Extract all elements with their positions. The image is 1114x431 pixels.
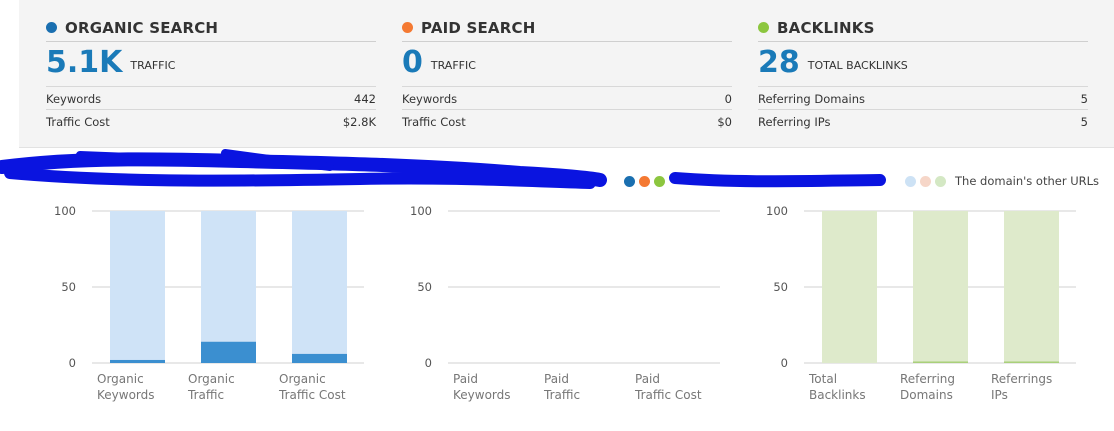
organic-traffic-label: TRAFFIC bbox=[130, 59, 176, 72]
organic-bar-domain bbox=[292, 353, 347, 363]
backlinks-header: BACKLINKS bbox=[758, 14, 1088, 42]
paid-category-label: Traffic Cost bbox=[634, 388, 702, 402]
paid-traffic-cost-row: Traffic Cost $0 bbox=[402, 109, 732, 133]
organic-traffic-cost-row: Traffic Cost $2.8K bbox=[46, 109, 376, 133]
referring-domains-value[interactable]: 5 bbox=[1081, 92, 1088, 106]
paid-keywords-value[interactable]: 0 bbox=[725, 92, 732, 106]
paid-y-tick-label: 50 bbox=[417, 280, 432, 294]
organic-category-label: Organic bbox=[97, 372, 144, 386]
other-urls-legend-dots bbox=[905, 176, 946, 187]
paid-traffic-block: 0 TRAFFIC bbox=[402, 46, 476, 80]
organic-category-label: Organic bbox=[279, 372, 326, 386]
referring-domains-label: Referring Domains bbox=[758, 91, 865, 106]
paid-category-label: Paid bbox=[544, 372, 569, 386]
redaction-scribble bbox=[0, 149, 886, 189]
backlinks-block: 28 TOTAL BACKLINKS bbox=[758, 46, 908, 80]
paid-category-label: Keywords bbox=[453, 388, 511, 402]
summary-panel: ORGANIC SEARCH 5.1K TRAFFIC Keywords 442… bbox=[19, 0, 1114, 148]
paid-category-label: Paid bbox=[453, 372, 478, 386]
paid-category-label: Traffic bbox=[543, 388, 580, 402]
organic-category-label: Organic bbox=[188, 372, 235, 386]
paid-light-legend-dot-icon bbox=[920, 176, 931, 187]
organic-category-label: Traffic bbox=[187, 388, 224, 402]
backlinks-title: BACKLINKS bbox=[777, 18, 875, 37]
organic-y-tick-label: 0 bbox=[69, 356, 76, 370]
paid-traffic-label: TRAFFIC bbox=[430, 59, 476, 72]
organic-bar-other-urls bbox=[201, 211, 256, 342]
referring-ips-label: Referring IPs bbox=[758, 114, 831, 129]
organic-keywords-value[interactable]: 442 bbox=[354, 92, 376, 106]
backlinks-y-tick-label: 100 bbox=[766, 204, 788, 218]
total-backlinks-label: TOTAL BACKLINKS bbox=[807, 59, 908, 72]
organic-search-header: ORGANIC SEARCH bbox=[46, 14, 376, 42]
paid-search-title: PAID SEARCH bbox=[421, 18, 536, 37]
backlinks-category-label: Domains bbox=[900, 388, 953, 402]
paid-category-label: Paid bbox=[635, 372, 660, 386]
paid-y-tick-label: 0 bbox=[425, 356, 432, 370]
backlinks-y-tick-label: 50 bbox=[773, 280, 788, 294]
organic-y-tick-label: 100 bbox=[54, 204, 76, 218]
backlinks-light-legend-dot-icon bbox=[935, 176, 946, 187]
comparison-bar-charts: 0 50 100 Organic Keywords Organic Traffic Organ… bbox=[54, 204, 1076, 402]
backlinks-legend-dot-icon bbox=[654, 176, 665, 187]
paid-traffic-cost-label: Traffic Cost bbox=[402, 114, 466, 129]
paid-traffic-cost-value[interactable]: $0 bbox=[717, 115, 732, 129]
backlinks-y-tick-label: 0 bbox=[781, 356, 788, 370]
backlinks-category-label: Referrings bbox=[991, 372, 1052, 386]
paid-keywords-label: Keywords bbox=[402, 91, 458, 106]
organic-bar-domain bbox=[201, 341, 256, 363]
referring-domains-row: Referring Domains 5 bbox=[758, 86, 1088, 110]
backlinks-bar-other-urls bbox=[822, 211, 877, 363]
organic-traffic-cost-label: Traffic Cost bbox=[46, 114, 110, 129]
organic-search-title: ORGANIC SEARCH bbox=[65, 18, 219, 37]
organic-bar-other-urls bbox=[292, 211, 347, 354]
backlinks-category-label: Backlinks bbox=[809, 388, 866, 402]
series-legend-dots bbox=[624, 176, 665, 187]
organic-y-tick-label: 50 bbox=[61, 280, 76, 294]
organic-legend-dot-icon bbox=[624, 176, 635, 187]
organic-bar-other-urls bbox=[110, 211, 165, 360]
organic-keywords-label: Keywords bbox=[46, 91, 102, 106]
paid-keywords-row: Keywords 0 bbox=[402, 86, 732, 110]
organic-category-label: Keywords bbox=[97, 388, 155, 402]
organic-traffic-block: 5.1K TRAFFIC bbox=[46, 46, 175, 80]
organic-light-legend-dot-icon bbox=[905, 176, 916, 187]
backlinks-bar-other-urls bbox=[1004, 211, 1059, 362]
backlinks-bar-other-urls bbox=[913, 211, 968, 362]
backlinks-bar-domain bbox=[913, 361, 968, 363]
paid-legend-dot-icon bbox=[639, 176, 650, 187]
organic-bar-domain bbox=[110, 359, 165, 363]
paid-dot-icon bbox=[402, 22, 413, 33]
paid-traffic-value[interactable]: 0 bbox=[402, 46, 423, 80]
organic-traffic-value[interactable]: 5.1K bbox=[46, 46, 122, 80]
backlinks-category-label: Total bbox=[808, 372, 837, 386]
organic-keywords-row: Keywords 442 bbox=[46, 86, 376, 110]
organic-traffic-cost-value[interactable]: $2.8K bbox=[343, 115, 376, 129]
other-urls-legend-label: The domain's other URLs bbox=[955, 174, 1100, 188]
backlinks-category-label: Referring bbox=[900, 372, 955, 386]
paid-search-header: PAID SEARCH bbox=[402, 14, 732, 42]
organic-dot-icon bbox=[46, 22, 57, 33]
referring-ips-row: Referring IPs 5 bbox=[758, 109, 1088, 133]
backlinks-dot-icon bbox=[758, 22, 769, 33]
referring-ips-value[interactable]: 5 bbox=[1081, 115, 1088, 129]
total-backlinks-value[interactable]: 28 bbox=[758, 46, 800, 80]
paid-y-tick-label: 100 bbox=[410, 204, 432, 218]
organic-category-label: Traffic Cost bbox=[278, 388, 346, 402]
backlinks-category-label: IPs bbox=[991, 388, 1008, 402]
backlinks-bar-domain bbox=[1004, 361, 1059, 363]
